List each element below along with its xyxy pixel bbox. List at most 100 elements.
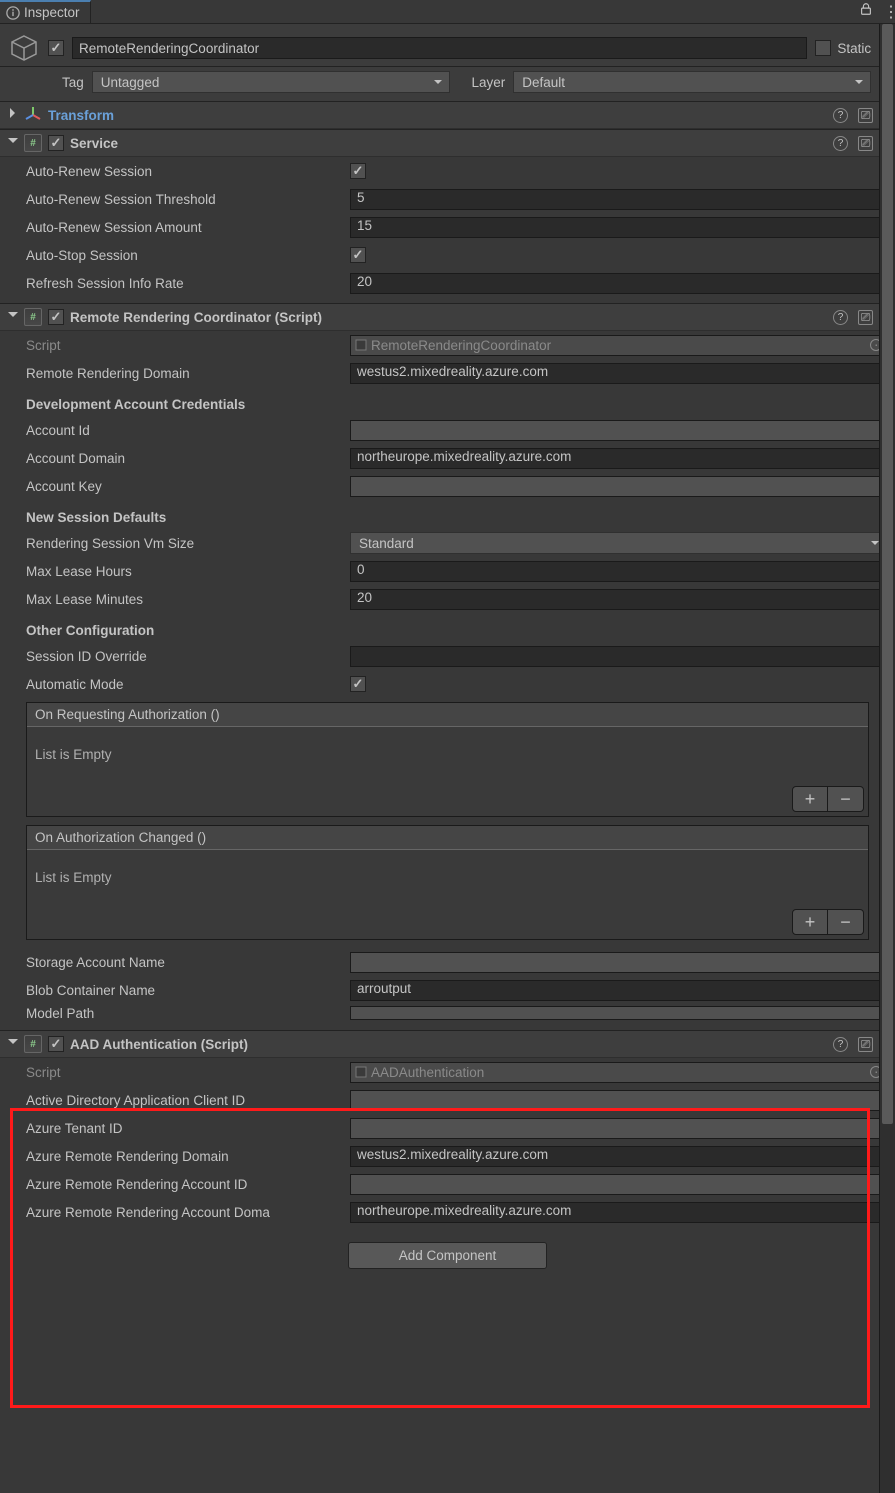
layer-dropdown[interactable]: Default bbox=[513, 71, 871, 93]
preset-icon[interactable]: ⎚ bbox=[858, 108, 873, 123]
rr-domain-label: Remote Rendering Domain bbox=[26, 366, 350, 381]
blob-container-label: Blob Container Name bbox=[26, 983, 350, 998]
model-path-label: Model Path bbox=[26, 1006, 350, 1021]
dev-creds-heading: Development Account Credentials bbox=[0, 387, 895, 416]
script-label: Script bbox=[26, 338, 350, 353]
other-config-heading: Other Configuration bbox=[0, 613, 895, 642]
account-domain-label: Account Domain bbox=[26, 451, 350, 466]
blob-container-input[interactable]: arroutput bbox=[350, 980, 887, 1001]
layer-label: Layer bbox=[472, 75, 506, 90]
service-enabled-checkbox[interactable] bbox=[48, 135, 64, 151]
aad-arr-domain-label: Azure Remote Rendering Domain bbox=[26, 1149, 350, 1164]
aad-arr-account-domain-input[interactable]: northeurope.mixedreality.azure.com bbox=[350, 1202, 887, 1223]
help-icon[interactable]: ? bbox=[833, 1037, 848, 1052]
aad-arr-account-id-label: Azure Remote Rendering Account ID bbox=[26, 1177, 350, 1192]
event-body: List is Empty bbox=[27, 850, 868, 905]
max-minutes-label: Max Lease Minutes bbox=[26, 592, 350, 607]
aad-arr-account-id-input[interactable] bbox=[350, 1174, 887, 1195]
event-body: List is Empty bbox=[27, 727, 868, 782]
event-add-button[interactable]: + bbox=[792, 786, 828, 812]
lock-icon[interactable] bbox=[859, 2, 873, 16]
account-key-input[interactable] bbox=[350, 476, 887, 497]
aad-enabled-checkbox[interactable] bbox=[48, 1036, 64, 1052]
auto-stop-label: Auto-Stop Session bbox=[26, 248, 350, 263]
auto-renew-amount-input[interactable]: 15 bbox=[350, 217, 887, 238]
static-label: Static bbox=[837, 41, 871, 56]
account-id-label: Account Id bbox=[26, 423, 350, 438]
storage-account-input[interactable] bbox=[350, 952, 887, 973]
scrollbar-thumb[interactable] bbox=[882, 24, 893, 1124]
event-title: On Authorization Changed () bbox=[27, 826, 868, 850]
storage-account-label: Storage Account Name bbox=[26, 955, 350, 970]
vm-size-dropdown[interactable]: Standard bbox=[350, 532, 887, 554]
event-requesting-auth: On Requesting Authorization () List is E… bbox=[26, 702, 869, 817]
rrc-title: Remote Rendering Coordinator (Script) bbox=[70, 310, 827, 325]
gameobject-enabled-checkbox[interactable] bbox=[48, 40, 64, 56]
scrollbar[interactable] bbox=[879, 24, 895, 1493]
aad-client-id-input[interactable] bbox=[350, 1090, 887, 1111]
service-header[interactable]: # Service ? ⎚ bbox=[0, 129, 895, 157]
vm-size-label: Rendering Session Vm Size bbox=[26, 536, 350, 551]
event-auth-changed: On Authorization Changed () List is Empt… bbox=[26, 825, 869, 940]
auto-renew-checkbox[interactable] bbox=[350, 163, 366, 179]
gameobject-name-input[interactable]: RemoteRenderingCoordinator bbox=[72, 37, 807, 59]
event-remove-button[interactable]: − bbox=[828, 786, 864, 812]
transform-foldout[interactable] bbox=[8, 110, 18, 120]
aad-tenant-id-label: Azure Tenant ID bbox=[26, 1121, 350, 1136]
script-mini-icon bbox=[355, 339, 367, 351]
max-hours-input[interactable]: 0 bbox=[350, 561, 887, 582]
event-add-button[interactable]: + bbox=[792, 909, 828, 935]
rrc-foldout[interactable] bbox=[8, 312, 18, 322]
script-field[interactable]: RemoteRenderingCoordinator bbox=[350, 335, 887, 356]
tab-menu-icon[interactable] bbox=[883, 2, 887, 22]
service-foldout[interactable] bbox=[8, 138, 18, 148]
gameobject-icon bbox=[8, 32, 40, 64]
transform-header[interactable]: Transform ? ⎚ bbox=[0, 101, 895, 129]
max-hours-label: Max Lease Hours bbox=[26, 564, 350, 579]
tag-dropdown[interactable]: Untagged bbox=[92, 71, 450, 93]
help-icon[interactable]: ? bbox=[833, 136, 848, 151]
static-checkbox[interactable] bbox=[815, 40, 831, 56]
aad-tenant-id-input[interactable] bbox=[350, 1118, 887, 1139]
rr-domain-input[interactable]: westus2.mixedreality.azure.com bbox=[350, 363, 887, 384]
refresh-rate-label: Refresh Session Info Rate bbox=[26, 276, 350, 291]
auto-renew-threshold-label: Auto-Renew Session Threshold bbox=[26, 192, 350, 207]
refresh-rate-input[interactable]: 20 bbox=[350, 273, 887, 294]
transform-title: Transform bbox=[48, 108, 827, 123]
session-defaults-heading: New Session Defaults bbox=[0, 500, 895, 529]
service-title: Service bbox=[70, 136, 827, 151]
help-icon[interactable]: ? bbox=[833, 108, 848, 123]
max-minutes-input[interactable]: 20 bbox=[350, 589, 887, 610]
aad-title: AAD Authentication (Script) bbox=[70, 1037, 827, 1052]
aad-foldout[interactable] bbox=[8, 1039, 18, 1049]
automatic-mode-checkbox[interactable] bbox=[350, 676, 366, 692]
auto-renew-threshold-input[interactable]: 5 bbox=[350, 189, 887, 210]
inspector-tab[interactable]: Inspector bbox=[0, 0, 91, 23]
session-override-label: Session ID Override bbox=[26, 649, 350, 664]
aad-script-field[interactable]: AADAuthentication bbox=[350, 1062, 887, 1083]
gameobject-header: RemoteRenderingCoordinator Static ▼ bbox=[0, 24, 895, 67]
auto-stop-checkbox[interactable] bbox=[350, 247, 366, 263]
aad-header[interactable]: # AAD Authentication (Script) ? ⎚ bbox=[0, 1030, 895, 1058]
aad-arr-account-domain-label: Azure Remote Rendering Account Doma bbox=[26, 1205, 350, 1220]
aad-arr-domain-input[interactable]: westus2.mixedreality.azure.com bbox=[350, 1146, 887, 1167]
script-icon: # bbox=[24, 134, 42, 152]
add-component-button[interactable]: Add Component bbox=[348, 1242, 548, 1269]
script-icon: # bbox=[24, 1035, 42, 1053]
model-path-input[interactable] bbox=[350, 1006, 887, 1020]
info-icon bbox=[6, 6, 20, 20]
tag-label: Tag bbox=[62, 75, 84, 90]
script-mini-icon bbox=[355, 1066, 367, 1078]
account-domain-input[interactable]: northeurope.mixedreality.azure.com bbox=[350, 448, 887, 469]
preset-icon[interactable]: ⎚ bbox=[858, 136, 873, 151]
help-icon[interactable]: ? bbox=[833, 310, 848, 325]
event-remove-button[interactable]: − bbox=[828, 909, 864, 935]
automatic-mode-label: Automatic Mode bbox=[26, 677, 350, 692]
rrc-header[interactable]: # Remote Rendering Coordinator (Script) … bbox=[0, 303, 895, 331]
preset-icon[interactable]: ⎚ bbox=[858, 310, 873, 325]
account-id-input[interactable] bbox=[350, 420, 887, 441]
rrc-enabled-checkbox[interactable] bbox=[48, 309, 64, 325]
session-override-input[interactable] bbox=[350, 646, 887, 667]
preset-icon[interactable]: ⎚ bbox=[858, 1037, 873, 1052]
transform-icon bbox=[24, 106, 42, 124]
